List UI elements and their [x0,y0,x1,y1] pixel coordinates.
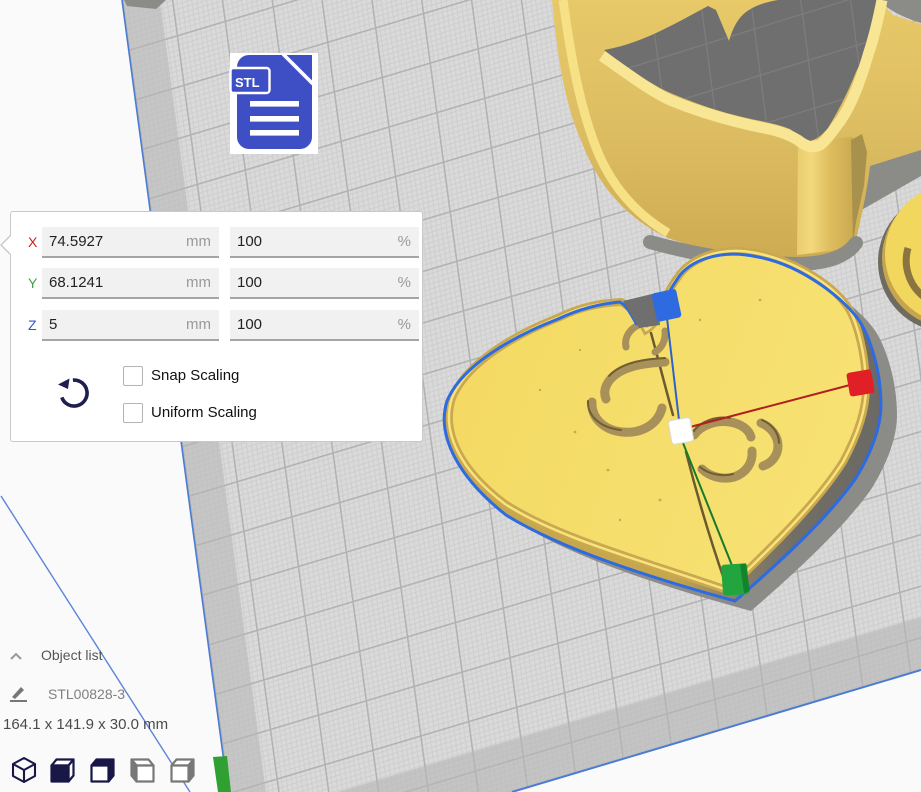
svg-text:STL: STL [235,75,260,90]
